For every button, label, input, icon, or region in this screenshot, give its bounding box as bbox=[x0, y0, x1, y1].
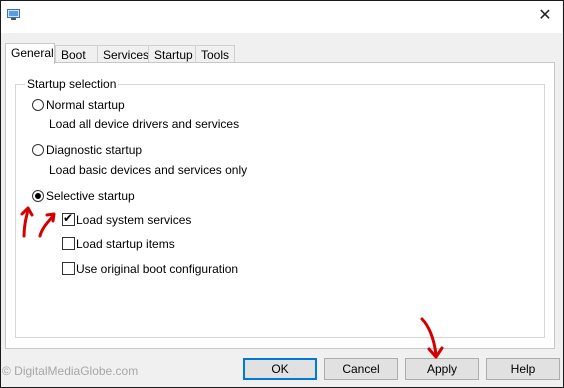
diagnostic-startup-label[interactable]: Diagnostic startup bbox=[46, 143, 142, 157]
load-startup-items-label[interactable]: Load startup items bbox=[76, 237, 175, 251]
apply-button[interactable]: Apply bbox=[405, 358, 479, 380]
tab-services[interactable]: Services bbox=[97, 45, 149, 63]
tab-tools[interactable]: Tools bbox=[195, 45, 235, 63]
annotation-arrow-down-icon bbox=[420, 317, 444, 359]
diagnostic-startup-radio[interactable] bbox=[32, 144, 44, 156]
normal-startup-radio[interactable] bbox=[32, 99, 44, 111]
diagnostic-startup-description: Load basic devices and services only bbox=[49, 163, 248, 177]
title-bar: ✕ bbox=[1, 1, 562, 33]
ok-button[interactable]: OK bbox=[243, 358, 317, 380]
load-system-services-label[interactable]: Load system services bbox=[76, 213, 191, 227]
close-icon[interactable]: ✕ bbox=[536, 7, 554, 25]
annotation-arrow-icon bbox=[20, 206, 56, 238]
use-original-boot-config-checkbox[interactable] bbox=[62, 262, 75, 275]
use-original-boot-config-label[interactable]: Use original boot configuration bbox=[76, 262, 238, 276]
tab-boot[interactable]: Boot bbox=[55, 45, 98, 63]
normal-startup-label[interactable]: Normal startup bbox=[46, 98, 125, 112]
tab-general[interactable]: General bbox=[5, 43, 55, 64]
tab-startup[interactable]: Startup bbox=[148, 45, 196, 63]
normal-startup-description: Load all device drivers and services bbox=[49, 117, 240, 131]
load-system-services-checkbox[interactable] bbox=[62, 211, 75, 226]
startup-selection-label: Startup selection bbox=[25, 77, 119, 91]
help-button[interactable]: Help bbox=[486, 358, 560, 380]
watermark: © DigitalMediaGlobe.com bbox=[2, 364, 139, 378]
msconfig-icon bbox=[7, 9, 20, 20]
selective-startup-label[interactable]: Selective startup bbox=[46, 189, 135, 203]
cancel-button[interactable]: Cancel bbox=[324, 358, 398, 380]
load-startup-items-checkbox[interactable] bbox=[62, 237, 75, 250]
